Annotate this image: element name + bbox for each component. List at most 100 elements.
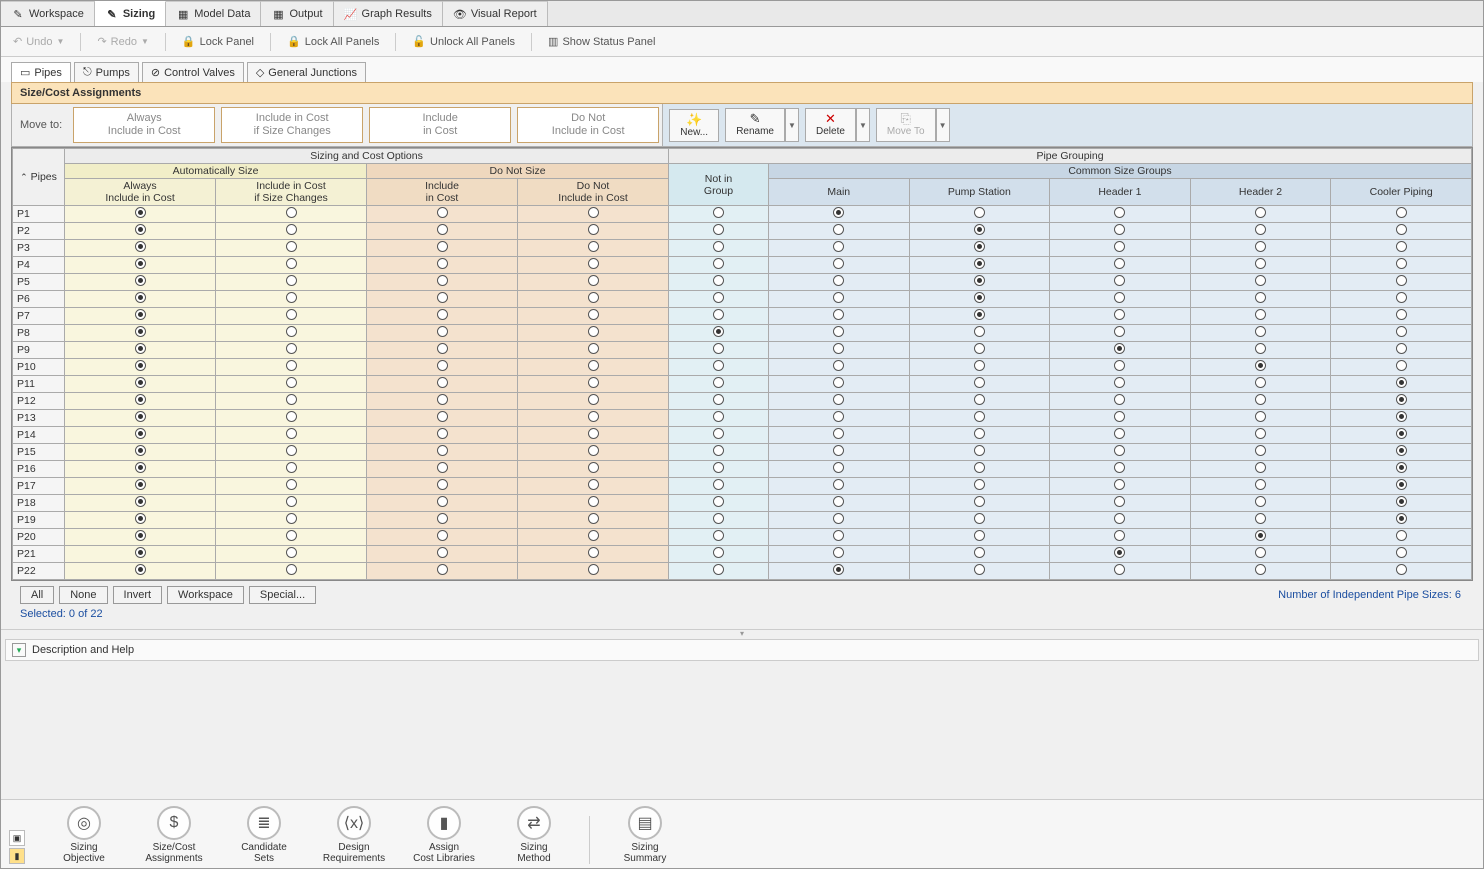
group-radio-4[interactable] [1331, 223, 1472, 240]
group-radio-0[interactable] [768, 223, 909, 240]
not-in-group-radio[interactable] [669, 444, 769, 461]
group-radio-4[interactable] [1331, 529, 1472, 546]
size-option-1[interactable] [216, 274, 367, 291]
not-in-group-radio[interactable] [669, 240, 769, 257]
size-option-0[interactable] [65, 546, 216, 563]
size-option-3[interactable] [518, 274, 669, 291]
group-radio-4[interactable] [1331, 291, 1472, 308]
group-radio-2[interactable] [1050, 257, 1191, 274]
group-radio-3[interactable] [1190, 274, 1331, 291]
group-radio-0[interactable] [768, 495, 909, 512]
pipe-id[interactable]: P16 [13, 461, 65, 478]
size-option-0[interactable] [65, 342, 216, 359]
group-radio-0[interactable] [768, 444, 909, 461]
size-option-2[interactable] [367, 291, 518, 308]
delete-dropdown[interactable]: ▼ [856, 108, 870, 142]
group-radio-4[interactable] [1331, 495, 1472, 512]
group-radio-2[interactable] [1050, 478, 1191, 495]
main-tab-sizing[interactable]: ✎Sizing [95, 1, 166, 26]
group-radio-1[interactable] [909, 223, 1050, 240]
pipe-id[interactable]: P13 [13, 410, 65, 427]
group-radio-0[interactable] [768, 240, 909, 257]
group-radio-3[interactable] [1190, 308, 1331, 325]
sub-tab-control-valves[interactable]: ⊘Control Valves [142, 62, 244, 82]
group-radio-3[interactable] [1190, 206, 1331, 223]
group-radio-1[interactable] [909, 376, 1050, 393]
size-option-1[interactable] [216, 359, 367, 376]
size-option-2[interactable] [367, 563, 518, 580]
pipe-id[interactable]: P7 [13, 308, 65, 325]
not-in-group-radio[interactable] [669, 529, 769, 546]
not-in-group-radio[interactable] [669, 274, 769, 291]
select-workspace[interactable]: Workspace [167, 586, 244, 604]
size-option-0[interactable] [65, 359, 216, 376]
group-radio-2[interactable] [1050, 359, 1191, 376]
group-radio-0[interactable] [768, 325, 909, 342]
size-option-1[interactable] [216, 257, 367, 274]
group-radio-3[interactable] [1190, 240, 1331, 257]
select-all[interactable]: All [20, 586, 54, 604]
size-option-3[interactable] [518, 546, 669, 563]
size-option-0[interactable] [65, 240, 216, 257]
size-option-0[interactable] [65, 478, 216, 495]
size-option-0[interactable] [65, 461, 216, 478]
size-option-2[interactable] [367, 410, 518, 427]
pipe-id[interactable]: P15 [13, 444, 65, 461]
group-radio-2[interactable] [1050, 410, 1191, 427]
group-radio-1[interactable] [909, 291, 1050, 308]
group-radio-4[interactable] [1331, 563, 1472, 580]
not-in-group-radio[interactable] [669, 427, 769, 444]
group-radio-3[interactable] [1190, 427, 1331, 444]
move-to-option-2[interactable]: Includein Cost [369, 107, 511, 143]
size-option-0[interactable] [65, 206, 216, 223]
pipe-id[interactable]: P14 [13, 427, 65, 444]
nav-sizing[interactable]: ⇄SizingMethod [499, 806, 569, 864]
size-option-0[interactable] [65, 376, 216, 393]
size-option-1[interactable] [216, 410, 367, 427]
size-option-1[interactable] [216, 427, 367, 444]
size-option-2[interactable] [367, 461, 518, 478]
group-radio-4[interactable] [1331, 257, 1472, 274]
size-option-1[interactable] [216, 342, 367, 359]
group-radio-3[interactable] [1190, 478, 1331, 495]
size-option-0[interactable] [65, 529, 216, 546]
group-radio-2[interactable] [1050, 444, 1191, 461]
group-radio-4[interactable] [1331, 478, 1472, 495]
size-option-3[interactable] [518, 342, 669, 359]
size-option-3[interactable] [518, 257, 669, 274]
not-in-group-radio[interactable] [669, 342, 769, 359]
size-option-0[interactable] [65, 325, 216, 342]
size-option-3[interactable] [518, 223, 669, 240]
splitter[interactable]: ▾ [1, 629, 1483, 637]
group-radio-2[interactable] [1050, 461, 1191, 478]
group-radio-4[interactable] [1331, 393, 1472, 410]
dock-icon-2[interactable]: ▮ [9, 848, 25, 864]
size-option-1[interactable] [216, 444, 367, 461]
size-option-0[interactable] [65, 410, 216, 427]
group-radio-4[interactable] [1331, 427, 1472, 444]
size-option-0[interactable] [65, 223, 216, 240]
group-radio-1[interactable] [909, 257, 1050, 274]
move-to-option-3[interactable]: Do NotInclude in Cost [517, 107, 659, 143]
main-tab-graph-results[interactable]: 📈Graph Results [334, 1, 443, 26]
size-option-3[interactable] [518, 512, 669, 529]
group-radio-3[interactable] [1190, 529, 1331, 546]
group-radio-2[interactable] [1050, 240, 1191, 257]
not-in-group-radio[interactable] [669, 223, 769, 240]
group-header-1[interactable]: Pump Station [909, 179, 1050, 206]
not-in-group-radio[interactable] [669, 308, 769, 325]
size-option-2[interactable] [367, 444, 518, 461]
group-radio-3[interactable] [1190, 512, 1331, 529]
nav-sizing[interactable]: ◎SizingObjective [49, 806, 119, 864]
not-in-group-radio[interactable] [669, 206, 769, 223]
size-option-2[interactable] [367, 308, 518, 325]
not-in-group-radio[interactable] [669, 257, 769, 274]
pipe-id[interactable]: P18 [13, 495, 65, 512]
group-radio-2[interactable] [1050, 529, 1191, 546]
size-option-2[interactable] [367, 325, 518, 342]
moveto-dropdown[interactable]: ▼ [936, 108, 950, 142]
not-in-group-radio[interactable] [669, 546, 769, 563]
new-group-button[interactable]: ✨New... [669, 109, 719, 142]
size-option-3[interactable] [518, 376, 669, 393]
group-radio-4[interactable] [1331, 444, 1472, 461]
